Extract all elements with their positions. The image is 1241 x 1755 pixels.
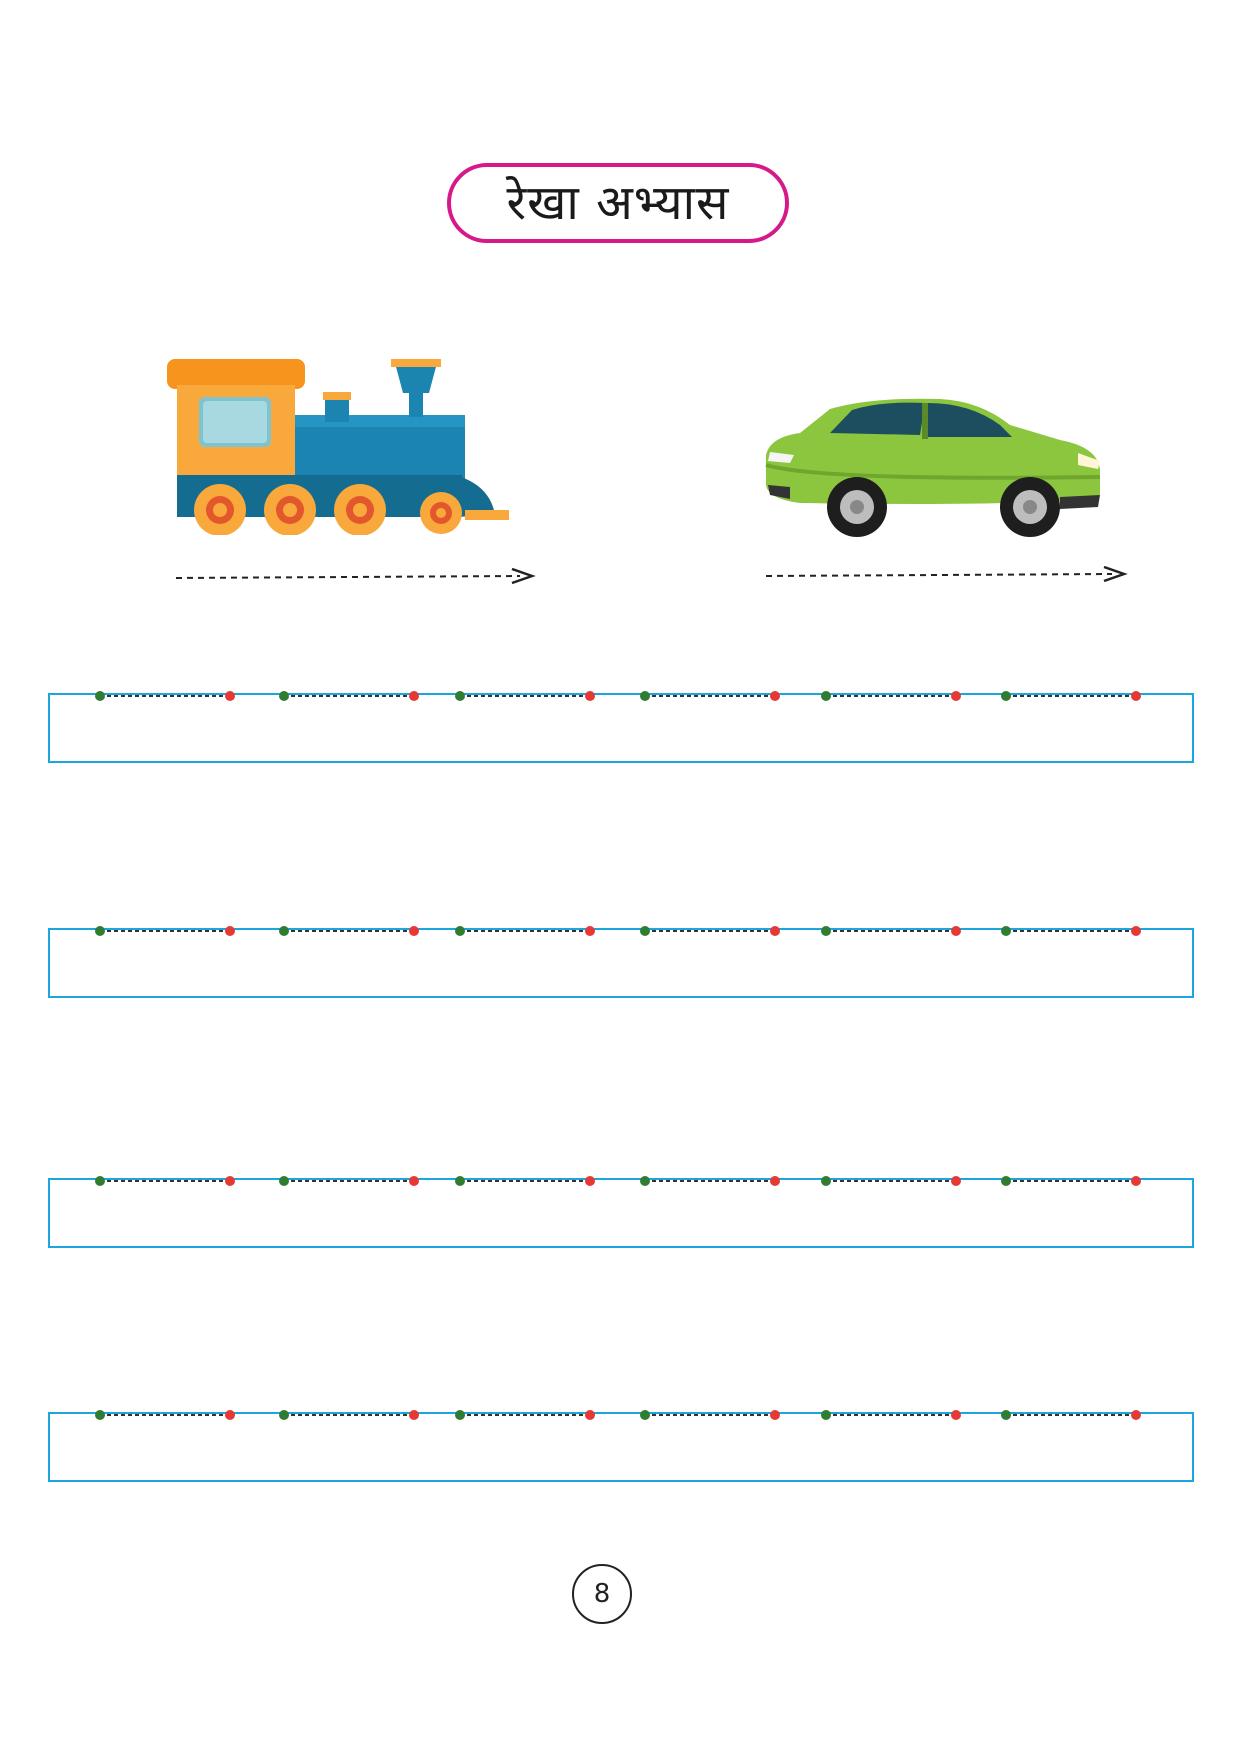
start-dot bbox=[455, 1410, 465, 1420]
end-dot bbox=[585, 1410, 595, 1420]
end-dot bbox=[1131, 1410, 1141, 1420]
end-dot bbox=[409, 1176, 419, 1186]
start-dot bbox=[455, 1176, 465, 1186]
end-dot bbox=[951, 1176, 961, 1186]
start-dot bbox=[1001, 1410, 1011, 1420]
start-dot bbox=[279, 691, 289, 701]
end-dot bbox=[585, 926, 595, 936]
end-dot bbox=[409, 1410, 419, 1420]
end-dot bbox=[1131, 926, 1141, 936]
end-dot bbox=[951, 1410, 961, 1420]
tracing-box bbox=[48, 1178, 1194, 1248]
train-icon bbox=[167, 359, 509, 535]
trace-line bbox=[95, 1176, 1141, 1186]
start-dot bbox=[640, 1410, 650, 1420]
direction-arrow bbox=[176, 568, 536, 585]
tracing-box bbox=[48, 1412, 1194, 1482]
tracing-row[interactable] bbox=[48, 918, 1194, 998]
start-dot bbox=[640, 1176, 650, 1186]
start-dot bbox=[821, 1176, 831, 1186]
tracing-row[interactable] bbox=[48, 1168, 1194, 1248]
end-dot bbox=[225, 1410, 235, 1420]
start-dot bbox=[95, 1410, 105, 1420]
end-dot bbox=[225, 926, 235, 936]
end-dot bbox=[770, 926, 780, 936]
tracing-row[interactable] bbox=[48, 683, 1194, 763]
tracing-row[interactable] bbox=[48, 1402, 1194, 1482]
start-dot bbox=[640, 691, 650, 701]
end-dot bbox=[585, 691, 595, 701]
tracing-box bbox=[48, 928, 1194, 998]
page-title: रेखा अभ्यास bbox=[506, 175, 730, 231]
end-dot bbox=[585, 1176, 595, 1186]
start-dot bbox=[821, 1410, 831, 1420]
title-banner: रेखा अभ्यास bbox=[447, 163, 789, 243]
start-dot bbox=[1001, 926, 1011, 936]
end-dot bbox=[1131, 691, 1141, 701]
start-dot bbox=[455, 691, 465, 701]
start-dot bbox=[455, 926, 465, 936]
direction-arrow bbox=[766, 566, 1128, 583]
end-dot bbox=[770, 1410, 780, 1420]
end-dot bbox=[951, 691, 961, 701]
start-dot bbox=[1001, 691, 1011, 701]
end-dot bbox=[770, 691, 780, 701]
trace-line bbox=[95, 691, 1141, 701]
start-dot bbox=[1001, 1176, 1011, 1186]
trace-line bbox=[95, 926, 1141, 936]
start-dot bbox=[279, 926, 289, 936]
start-dot bbox=[821, 926, 831, 936]
start-dot bbox=[95, 926, 105, 936]
start-dot bbox=[640, 926, 650, 936]
end-dot bbox=[1131, 1176, 1141, 1186]
end-dot bbox=[225, 1176, 235, 1186]
trace-line bbox=[95, 1410, 1141, 1420]
start-dot bbox=[95, 691, 105, 701]
end-dot bbox=[951, 926, 961, 936]
end-dot bbox=[409, 691, 419, 701]
car-icon bbox=[765, 398, 1101, 537]
start-dot bbox=[95, 1176, 105, 1186]
tracing-box bbox=[48, 693, 1194, 763]
end-dot bbox=[770, 1176, 780, 1186]
start-dot bbox=[279, 1176, 289, 1186]
start-dot bbox=[279, 1410, 289, 1420]
end-dot bbox=[225, 691, 235, 701]
start-dot bbox=[821, 691, 831, 701]
end-dot bbox=[409, 926, 419, 936]
page-number: 8 bbox=[572, 1564, 632, 1624]
